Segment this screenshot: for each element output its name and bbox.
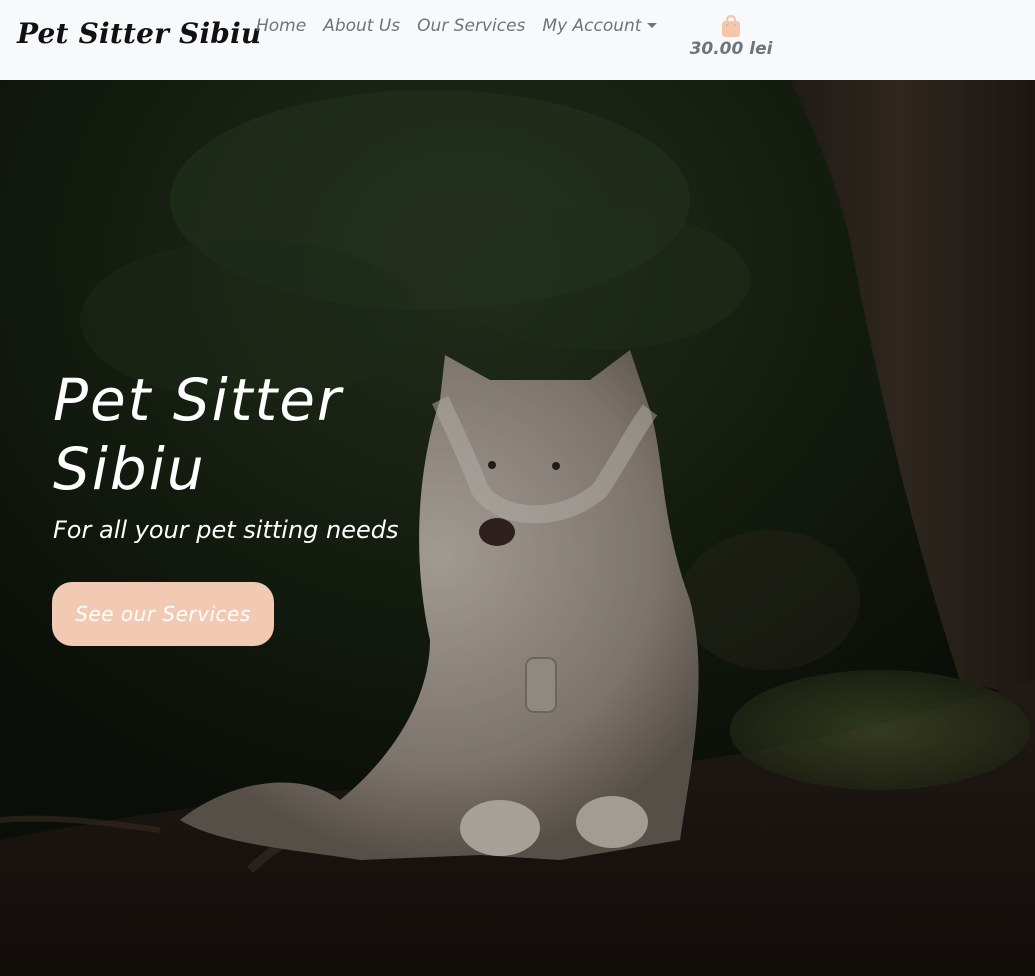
hero-content: Pet Sitter Sibiu For all your pet sittin… bbox=[53, 366, 399, 544]
see-our-services-button[interactable]: See our Services bbox=[52, 582, 274, 646]
hero-title: Pet Sitter Sibiu bbox=[53, 366, 343, 503]
nav-link-about-us[interactable]: About Us bbox=[323, 16, 400, 36]
cart-total: 30.00 lei bbox=[689, 39, 773, 59]
nav-links: Home About Us Our Services My Account bbox=[256, 16, 658, 36]
nav-link-our-services[interactable]: Our Services bbox=[417, 16, 525, 36]
brand-logo[interactable]: Pet Sitter Sibiu bbox=[17, 17, 261, 50]
nav-link-my-account-dropdown[interactable]: My Account bbox=[542, 16, 658, 36]
nav-link-home[interactable]: Home bbox=[256, 16, 306, 36]
hero-subtitle: For all your pet sitting needs bbox=[53, 516, 399, 544]
cart-link[interactable]: 30.00 lei bbox=[686, 14, 776, 59]
navbar: Pet Sitter Sibiu Home About Us Our Servi… bbox=[0, 0, 1035, 80]
shopping-bag-icon bbox=[722, 14, 740, 37]
nav-link-my-account-label: My Account bbox=[542, 16, 642, 36]
caret-down-icon bbox=[647, 23, 658, 28]
hero-section: Pet Sitter Sibiu For all your pet sittin… bbox=[0, 80, 1035, 976]
